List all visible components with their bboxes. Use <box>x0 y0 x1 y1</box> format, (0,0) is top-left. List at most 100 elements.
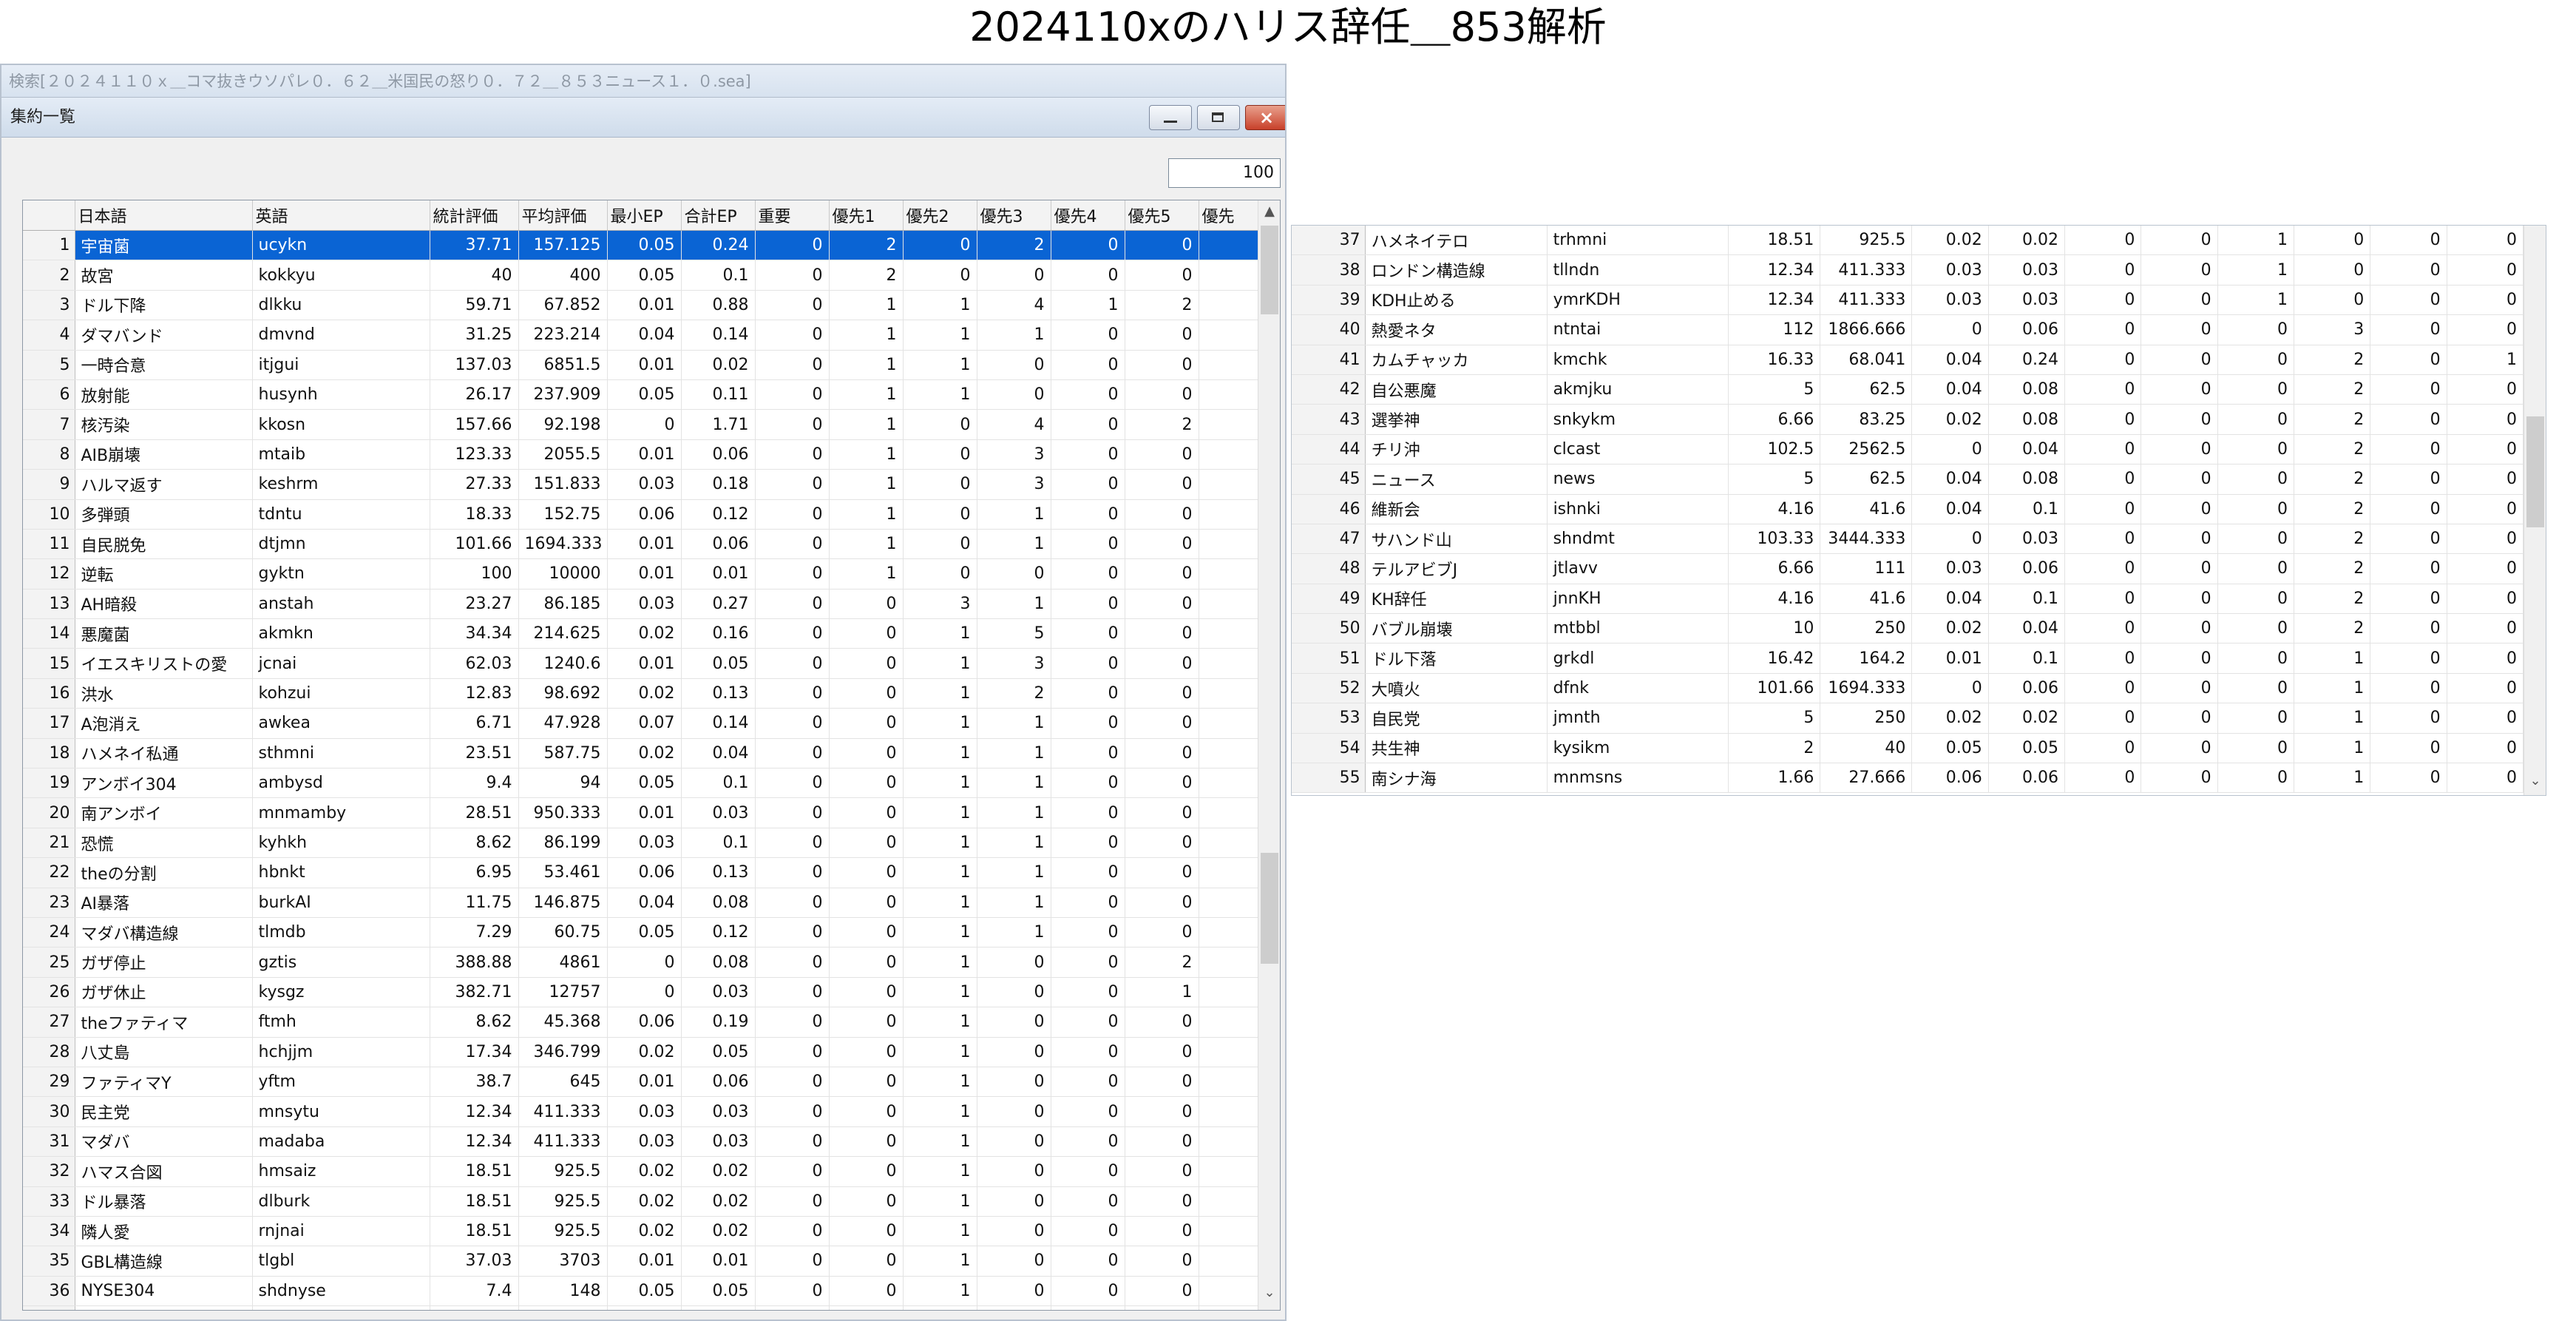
cell-value[interactable]: 0.24 <box>1988 345 2066 375</box>
cell-value[interactable]: 0 <box>2370 345 2447 375</box>
cell-value[interactable]: 1 <box>829 320 904 351</box>
cell-value[interactable]: 0 <box>829 589 904 620</box>
cell-value[interactable]: 1 <box>903 290 977 321</box>
cell-value[interactable]: 0 <box>1051 1246 1125 1277</box>
cell-value[interactable]: 0.03 <box>681 1126 756 1158</box>
cell-value[interactable]: 0 <box>2447 254 2524 286</box>
cell-value[interactable]: 1 <box>903 1067 977 1098</box>
cell-value[interactable]: 0 <box>1125 857 1199 888</box>
cell-value[interactable]: 0 <box>1125 678 1199 709</box>
cell-value[interactable]: 0 <box>977 1276 1051 1307</box>
cell-value[interactable]: 250 <box>1820 703 1913 734</box>
cell-value[interactable]: 0 <box>755 290 830 321</box>
cell-value[interactable]: 0 <box>1911 524 1989 555</box>
cell-english[interactable]: jnnKH <box>1547 584 1729 615</box>
cell-value[interactable]: 214.625 <box>518 618 608 649</box>
cell-value[interactable]: 0 <box>755 708 830 739</box>
cell-value[interactable]: 0.13 <box>681 678 756 709</box>
cell-value[interactable]: 0 <box>1051 1096 1125 1127</box>
cell-value[interactable]: 411.333 <box>1820 285 1913 316</box>
cell-value[interactable]: 0.05 <box>1988 733 2066 764</box>
cell-value[interactable]: 0 <box>1051 469 1125 500</box>
cell-value[interactable]: 0 <box>2447 464 2524 495</box>
cell-value[interactable]: 2 <box>977 678 1051 709</box>
cell-value[interactable]: 0 <box>829 977 904 1008</box>
cell-english[interactable]: jmnth <box>1547 703 1729 734</box>
cell-value[interactable]: 0 <box>607 947 682 978</box>
cell-value[interactable]: 0 <box>829 917 904 948</box>
cell-japanese[interactable]: ドル下落 <box>1365 643 1548 674</box>
cell-value[interactable]: 0.16 <box>681 618 756 649</box>
cell-value[interactable]: 0 <box>1051 1007 1125 1038</box>
cell-value[interactable]: 0 <box>2217 434 2294 465</box>
cell-value[interactable]: 0.06 <box>681 529 756 560</box>
cell-value[interactable]: 1 <box>903 1186 977 1217</box>
cell-value[interactable]: 6.66 <box>1728 553 1821 584</box>
cell-value[interactable]: 0 <box>829 708 904 739</box>
cell-value[interactable]: 0 <box>755 1276 830 1307</box>
cell-value[interactable]: 0 <box>2141 404 2218 435</box>
cell-value[interactable]: 1 <box>829 499 904 530</box>
cell-value[interactable]: 0 <box>1051 320 1125 351</box>
cell-japanese[interactable]: 自民脱免 <box>75 529 253 560</box>
cell-japanese[interactable]: AI暴落 <box>75 888 253 918</box>
cell-value[interactable]: 0 <box>1051 857 1125 888</box>
cell-value[interactable]: 0 <box>1125 1037 1199 1067</box>
cell-value[interactable]: 0 <box>829 1037 904 1067</box>
cell-japanese[interactable]: A泡消え <box>75 708 253 739</box>
cell-value[interactable]: 0.03 <box>607 1126 682 1158</box>
cell-value[interactable]: 0 <box>2064 733 2142 764</box>
cell-value[interactable]: 2 <box>1125 947 1199 978</box>
cell-value[interactable]: 3444.333 <box>1820 524 1913 555</box>
cell-english[interactable]: snkykm <box>1547 404 1729 435</box>
cell-value[interactable]: 0.02 <box>1988 703 2066 734</box>
cell-value[interactable]: 0 <box>2141 254 2218 286</box>
cell-value[interactable]: 0.04 <box>607 888 682 918</box>
cell-value[interactable]: 27.666 <box>1820 763 1913 794</box>
cell-value[interactable]: 0.88 <box>681 290 756 321</box>
cell-value[interactable]: 0 <box>755 1126 830 1158</box>
cell-english[interactable]: mtbbl <box>1547 613 1729 644</box>
cell-value[interactable]: 0.08 <box>1988 464 2066 495</box>
table-row[interactable]: 45 ニュース news 5 62.5 0.04 0.08 0 0 0 2 0 0 <box>1292 464 2524 495</box>
cell-value[interactable]: 41.6 <box>1820 494 1913 524</box>
cell-value[interactable]: 0 <box>2141 226 2218 256</box>
cell-value[interactable]: 0 <box>2217 584 2294 615</box>
cell-english[interactable]: trhmni <box>1547 226 1729 256</box>
cell-value[interactable]: 0.03 <box>1911 254 1989 286</box>
cell-value[interactable]: 0 <box>2064 374 2142 405</box>
cell-value[interactable]: 0.14 <box>681 320 756 351</box>
cell-value[interactable]: 0 <box>755 409 830 440</box>
cell-value[interactable]: 0 <box>755 797 830 828</box>
cell-value[interactable]: 0.01 <box>607 1246 682 1277</box>
cell-value[interactable]: 0 <box>1125 469 1199 500</box>
cell-value[interactable]: 0.04 <box>1911 494 1989 524</box>
cell-value[interactable]: 346.799 <box>518 1037 608 1067</box>
cell-value[interactable]: 1694.333 <box>1820 673 1913 704</box>
cell-value[interactable]: 1 <box>903 379 977 411</box>
cell-value[interactable]: 2 <box>2294 464 2371 495</box>
cell-value[interactable]: 0.06 <box>1988 553 2066 584</box>
cell-value[interactable]: 0 <box>2064 584 2142 615</box>
cell-value[interactable]: 0 <box>1051 678 1125 709</box>
cell-value[interactable]: 0 <box>755 439 830 470</box>
cell-value[interactable]: 0 <box>1125 828 1199 859</box>
cell-value[interactable]: 18.51 <box>430 1305 519 1310</box>
cell-value[interactable]: 1 <box>903 947 977 978</box>
cell-value[interactable]: 0 <box>2141 643 2218 674</box>
cell-value[interactable]: 0 <box>2370 673 2447 704</box>
cell-value[interactable]: 1 <box>1125 977 1199 1008</box>
cell-value[interactable]: 0.04 <box>1988 434 2066 465</box>
table-row[interactable]: 7 核汚染 kkosn 157.66 92.198 0 1.71 0 1 0 4 0 2 <box>23 409 1258 440</box>
cell-english[interactable]: dtjmn <box>252 529 430 560</box>
column-header[interactable]: 平均評価 <box>518 200 608 231</box>
column-header[interactable]: 優先1 <box>829 200 904 231</box>
cell-value[interactable]: 0 <box>2141 733 2218 764</box>
cell-value[interactable]: 2 <box>2294 374 2371 405</box>
cell-value[interactable]: 23.27 <box>430 589 519 620</box>
cell-value[interactable]: 0.27 <box>681 589 756 620</box>
cell-value[interactable]: 0.01 <box>1911 643 1989 674</box>
cell-value[interactable]: 0.01 <box>607 290 682 321</box>
cell-japanese[interactable]: ロンドン構造線 <box>1365 254 1548 286</box>
cell-value[interactable]: 1 <box>903 1276 977 1307</box>
